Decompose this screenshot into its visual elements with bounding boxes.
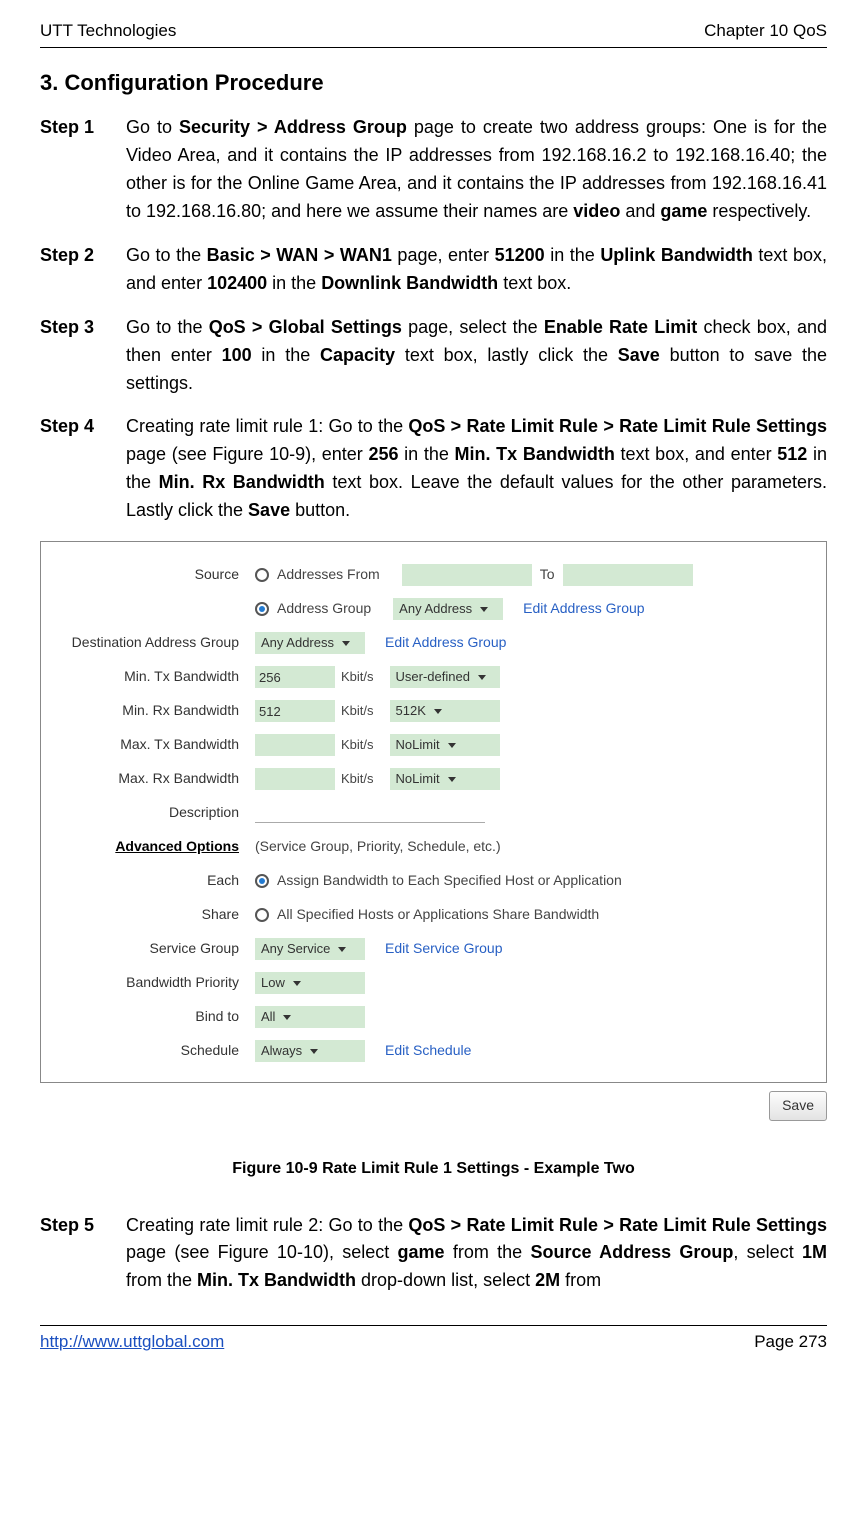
unit-kbits: Kbit/s (341, 667, 374, 687)
label-share: Share (55, 904, 255, 926)
advanced-options-subtext: (Service Group, Priority, Schedule, etc.… (255, 836, 501, 858)
header-right: Chapter 10 QoS (704, 18, 827, 44)
radio-address-group-label: Address Group (277, 598, 371, 620)
bind-to-select[interactable]: All (255, 1006, 365, 1028)
max-rx-input[interactable] (255, 768, 335, 790)
radio-each-label: Assign Bandwidth to Each Specified Host … (277, 870, 622, 892)
source-group-select[interactable]: Any Address (393, 598, 503, 620)
radio-each[interactable] (255, 874, 269, 888)
label-schedule: Schedule (55, 1040, 255, 1062)
step3-body: Go to the QoS > Global Settings page, se… (126, 314, 827, 398)
schedule-select[interactable]: Always (255, 1040, 365, 1062)
link-edit-dest-address-group[interactable]: Edit Address Group (385, 632, 506, 654)
max-tx-select[interactable]: NoLimit (390, 734, 500, 756)
header-left: UTT Technologies (40, 18, 176, 44)
label-min-rx: Min. Rx Bandwidth (55, 700, 255, 722)
save-button[interactable]: Save (769, 1091, 827, 1121)
step1-label: Step 1 (40, 114, 126, 226)
chevron-down-icon (310, 1049, 318, 1054)
footer-url[interactable]: http://www.uttglobal.com (40, 1329, 224, 1355)
step2-label: Step 2 (40, 242, 126, 298)
radio-share[interactable] (255, 908, 269, 922)
label-description: Description (55, 802, 255, 824)
dest-group-select[interactable]: Any Address (255, 632, 365, 654)
footer-page: Page 273 (754, 1329, 827, 1355)
radio-address-group[interactable] (255, 602, 269, 616)
chevron-down-icon (480, 607, 488, 612)
max-tx-input[interactable] (255, 734, 335, 756)
service-group-select[interactable]: Any Service (255, 938, 365, 960)
section-title: 3. Configuration Procedure (40, 66, 827, 100)
label-bandwidth-priority: Bandwidth Priority (55, 972, 255, 994)
chevron-down-icon (293, 981, 301, 986)
priority-select[interactable]: Low (255, 972, 365, 994)
link-edit-schedule[interactable]: Edit Schedule (385, 1040, 471, 1062)
step4-label: Step 4 (40, 413, 126, 525)
label-min-tx: Min. Tx Bandwidth (55, 666, 255, 688)
min-rx-select[interactable]: 512K (390, 700, 500, 722)
step4-body: Creating rate limit rule 1: Go to the Qo… (126, 413, 827, 525)
chevron-down-icon (478, 675, 486, 680)
label-dest-group: Destination Address Group (55, 632, 255, 654)
chevron-down-icon (448, 777, 456, 782)
chevron-down-icon (448, 743, 456, 748)
label-max-rx: Max. Rx Bandwidth (55, 768, 255, 790)
label-advanced-options[interactable]: Advanced Options (55, 836, 255, 858)
step3-label: Step 3 (40, 314, 126, 398)
radio-addresses-from[interactable] (255, 568, 269, 582)
figure-form: Source Addresses From To Address Group A… (40, 541, 827, 1083)
label-service-group: Service Group (55, 938, 255, 960)
min-tx-select[interactable]: User-defined (390, 666, 500, 688)
label-source: Source (55, 564, 255, 586)
step5-body: Creating rate limit rule 2: Go to the Qo… (126, 1212, 827, 1296)
min-tx-input[interactable] (255, 666, 335, 688)
min-rx-input[interactable] (255, 700, 335, 722)
chevron-down-icon (434, 709, 442, 714)
radio-share-label: All Specified Hosts or Applications Shar… (277, 904, 599, 926)
radio-addresses-from-label: Addresses From (277, 564, 380, 586)
step5-label: Step 5 (40, 1212, 126, 1296)
max-rx-select[interactable]: NoLimit (390, 768, 500, 790)
link-edit-service-group[interactable]: Edit Service Group (385, 938, 503, 960)
source-to-input[interactable] (563, 564, 693, 586)
label-each: Each (55, 870, 255, 892)
label-bind-to: Bind to (55, 1006, 255, 1028)
label-max-tx: Max. Tx Bandwidth (55, 734, 255, 756)
link-edit-address-group[interactable]: Edit Address Group (523, 598, 644, 620)
step1-body: Go to Security > Address Group page to c… (126, 114, 827, 226)
source-from-input[interactable] (402, 564, 532, 586)
step2-body: Go to the Basic > WAN > WAN1 page, enter… (126, 242, 827, 298)
description-input[interactable] (255, 803, 485, 823)
label-to: To (540, 564, 555, 586)
chevron-down-icon (283, 1015, 291, 1020)
chevron-down-icon (338, 947, 346, 952)
chevron-down-icon (342, 641, 350, 646)
figure-caption: Figure 10-9 Rate Limit Rule 1 Settings -… (40, 1157, 827, 1182)
